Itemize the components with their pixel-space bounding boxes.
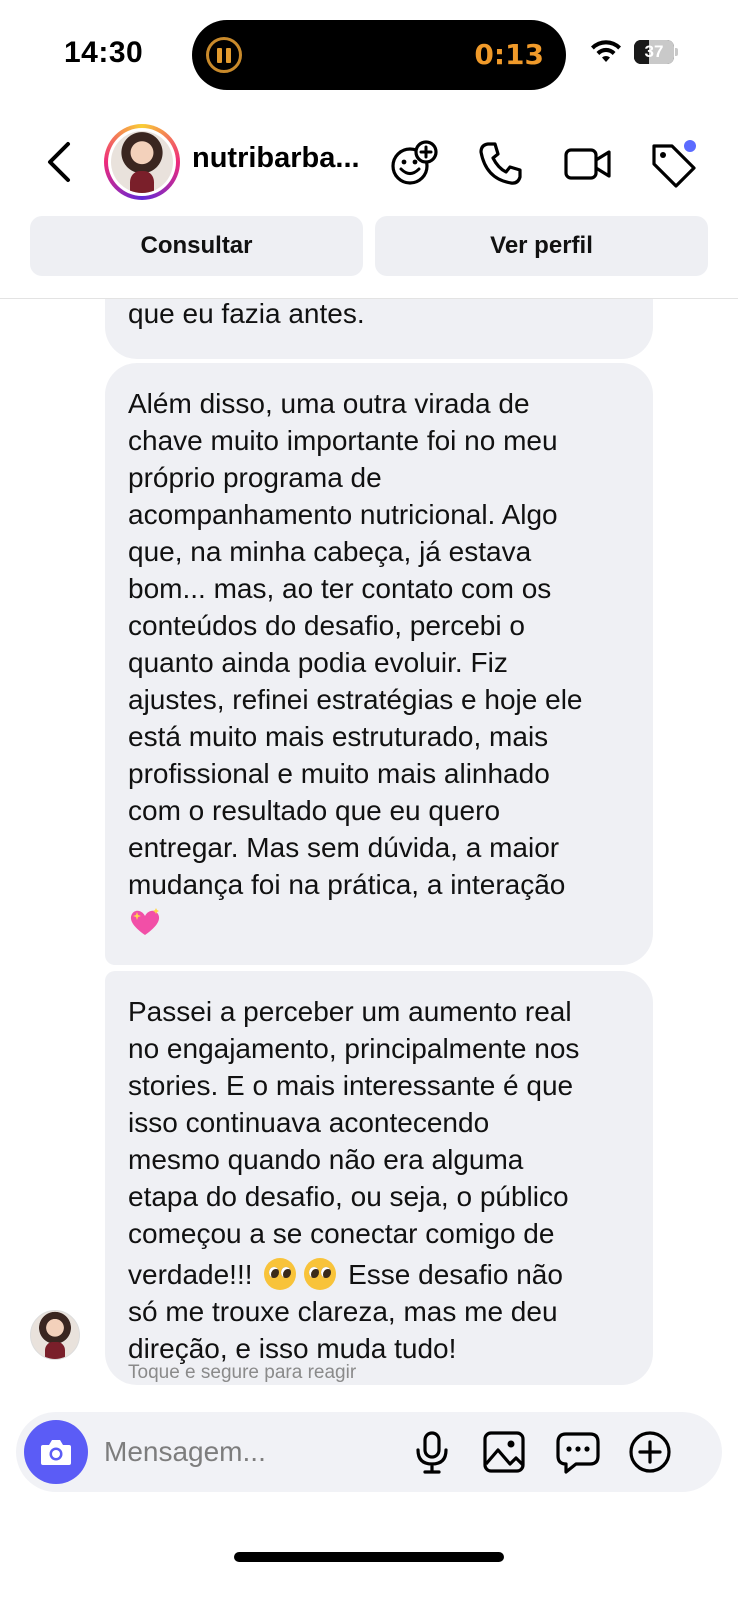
message-bubble[interactable]: Além disso, uma outra virada de chave mu…: [105, 363, 653, 965]
emoji-add-icon[interactable]: [388, 138, 440, 190]
phone-icon[interactable]: [474, 138, 526, 190]
recording-timer: 0:13: [474, 38, 544, 71]
sender-avatar[interactable]: [30, 1310, 80, 1360]
clock: 14:30: [64, 36, 144, 69]
plus-circle-icon[interactable]: [626, 1428, 674, 1476]
message-text: Além disso, uma outra virada de chave mu…: [128, 388, 583, 900]
profile-actions: Consultar Ver perfil: [30, 216, 708, 276]
camera-button[interactable]: [24, 1420, 88, 1484]
profile-avatar[interactable]: [104, 124, 180, 200]
message-text: Passei a perceber um aumento real no eng…: [128, 996, 580, 1290]
pause-icon[interactable]: [206, 37, 242, 73]
battery-icon: 37: [634, 40, 678, 64]
video-camera-icon[interactable]: [562, 138, 614, 190]
home-indicator[interactable]: [234, 1552, 504, 1562]
notification-dot: [684, 140, 696, 152]
gallery-icon[interactable]: [480, 1428, 528, 1476]
pleading-face-emoji: [264, 1258, 297, 1290]
camera-icon: [41, 1440, 71, 1465]
status-bar: 14:30 0:13 37: [0, 0, 738, 108]
sparkling-heart-emoji: [130, 908, 160, 935]
chat-username[interactable]: nutribarba...: [192, 142, 360, 175]
reaction-hint: Toque e segure para reagir: [128, 1362, 357, 1383]
back-chevron-icon[interactable]: [42, 140, 78, 184]
message-input[interactable]: [104, 1432, 404, 1472]
chat-bubble-icon[interactable]: [554, 1428, 602, 1476]
message-bubble[interactable]: Passei a perceber um aumento real no eng…: [105, 971, 653, 1385]
message-bubble[interactable]: que eu fazia antes.: [105, 299, 653, 359]
dynamic-island[interactable]: 0:13: [192, 20, 566, 90]
message-text: que eu fazia antes.: [128, 299, 365, 329]
pleading-face-emoji: [304, 1258, 337, 1290]
consult-button[interactable]: Consultar: [30, 216, 363, 276]
message-thread[interactable]: que eu fazia antes. Além disso, uma outr…: [0, 299, 738, 1409]
wifi-icon: [591, 40, 621, 62]
chat-header: nutribarba...: [0, 112, 738, 212]
message-composer: [16, 1412, 722, 1492]
tag-icon[interactable]: [648, 138, 700, 190]
view-profile-button[interactable]: Ver perfil: [375, 216, 708, 276]
battery-level: 37: [644, 42, 664, 61]
microphone-icon[interactable]: [408, 1428, 456, 1476]
